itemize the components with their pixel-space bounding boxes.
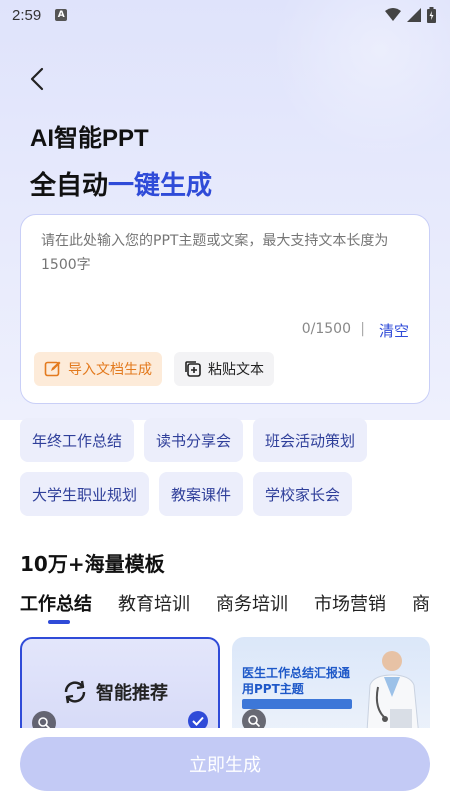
status-icons <box>385 7 436 23</box>
tab-business[interactable]: 商务培训 <box>216 590 288 622</box>
chevron-left-icon <box>30 67 44 91</box>
topic-chip[interactable]: 大学生职业规划 <box>20 472 150 516</box>
char-counter: 0/1500 <box>301 321 351 337</box>
tab-education[interactable]: 教育培训 <box>118 590 190 622</box>
topic-chip[interactable]: 班会活动策划 <box>253 418 368 462</box>
import-label: 导入文档生成 <box>68 362 152 378</box>
paste-label: 粘贴文本 <box>208 362 264 378</box>
signal-icon <box>407 8 421 22</box>
counter-separator: | <box>360 321 365 337</box>
status-time: 2:59 <box>12 6 42 24</box>
templates-section-title: 10万+海量模板 <box>20 552 165 576</box>
topic-chips: 年终工作总结 读书分享会 班会活动策划 大学生职业规划 教案课件 学校家长会 <box>20 418 440 516</box>
smart-recommend-label: 智能推荐 <box>96 683 168 704</box>
back-button[interactable] <box>22 64 52 94</box>
edit-doc-icon <box>44 361 61 377</box>
smart-recommend-card[interactable]: 智能推荐 <box>20 637 220 732</box>
battery-icon <box>427 7 436 23</box>
topic-chip[interactable]: 学校家长会 <box>253 472 353 516</box>
doctor-illustration <box>366 651 420 732</box>
subtitle-plain: 全自动 <box>30 171 109 201</box>
paste-plus-icon <box>185 361 201 377</box>
template-card[interactable]: 医生工作总结汇报通用PPT主题 <box>232 637 430 732</box>
smart-recommend-content: 智能推荐 <box>62 679 168 705</box>
refresh-icon <box>64 680 86 704</box>
wifi-icon <box>385 8 401 21</box>
template-card-title: 医生工作总结汇报通用PPT主题 <box>242 666 351 696</box>
clear-button[interactable]: 清空 <box>379 320 409 341</box>
tab-work-summary[interactable]: 工作总结 <box>20 590 92 624</box>
topic-chip[interactable]: 年终工作总结 <box>20 418 135 462</box>
topic-chip[interactable]: 教案课件 <box>159 472 244 516</box>
paste-text-button[interactable]: 粘贴文本 <box>174 352 274 386</box>
subtitle-accent: 一键生成 <box>108 171 213 201</box>
check-icon <box>192 716 204 726</box>
page-title: AI智能PPT <box>30 125 149 152</box>
template-card-bar <box>242 699 352 709</box>
tab-marketing[interactable]: 市场营销 <box>314 590 386 622</box>
tab-more[interactable]: 商 <box>412 590 430 622</box>
template-cards: 智能推荐 医生工作总结汇报通用PPT主题 <box>20 637 450 732</box>
status-indicator: A <box>55 9 68 21</box>
import-document-button[interactable]: 导入文档生成 <box>34 352 162 386</box>
generate-button[interactable]: 立即生成 <box>20 737 430 791</box>
topic-input[interactable] <box>41 229 411 309</box>
zoom-icon <box>248 715 261 728</box>
page-subtitle: 全自动一键生成 <box>30 165 212 202</box>
input-card: 0/1500 | 清空 导入文档生成 粘贴文本 <box>20 214 430 404</box>
template-tabs: 工作总结 教育培训 商务培训 市场营销 商 <box>20 590 450 630</box>
topic-chip[interactable]: 读书分享会 <box>144 418 244 462</box>
status-bar: 2:59 A <box>0 0 450 30</box>
